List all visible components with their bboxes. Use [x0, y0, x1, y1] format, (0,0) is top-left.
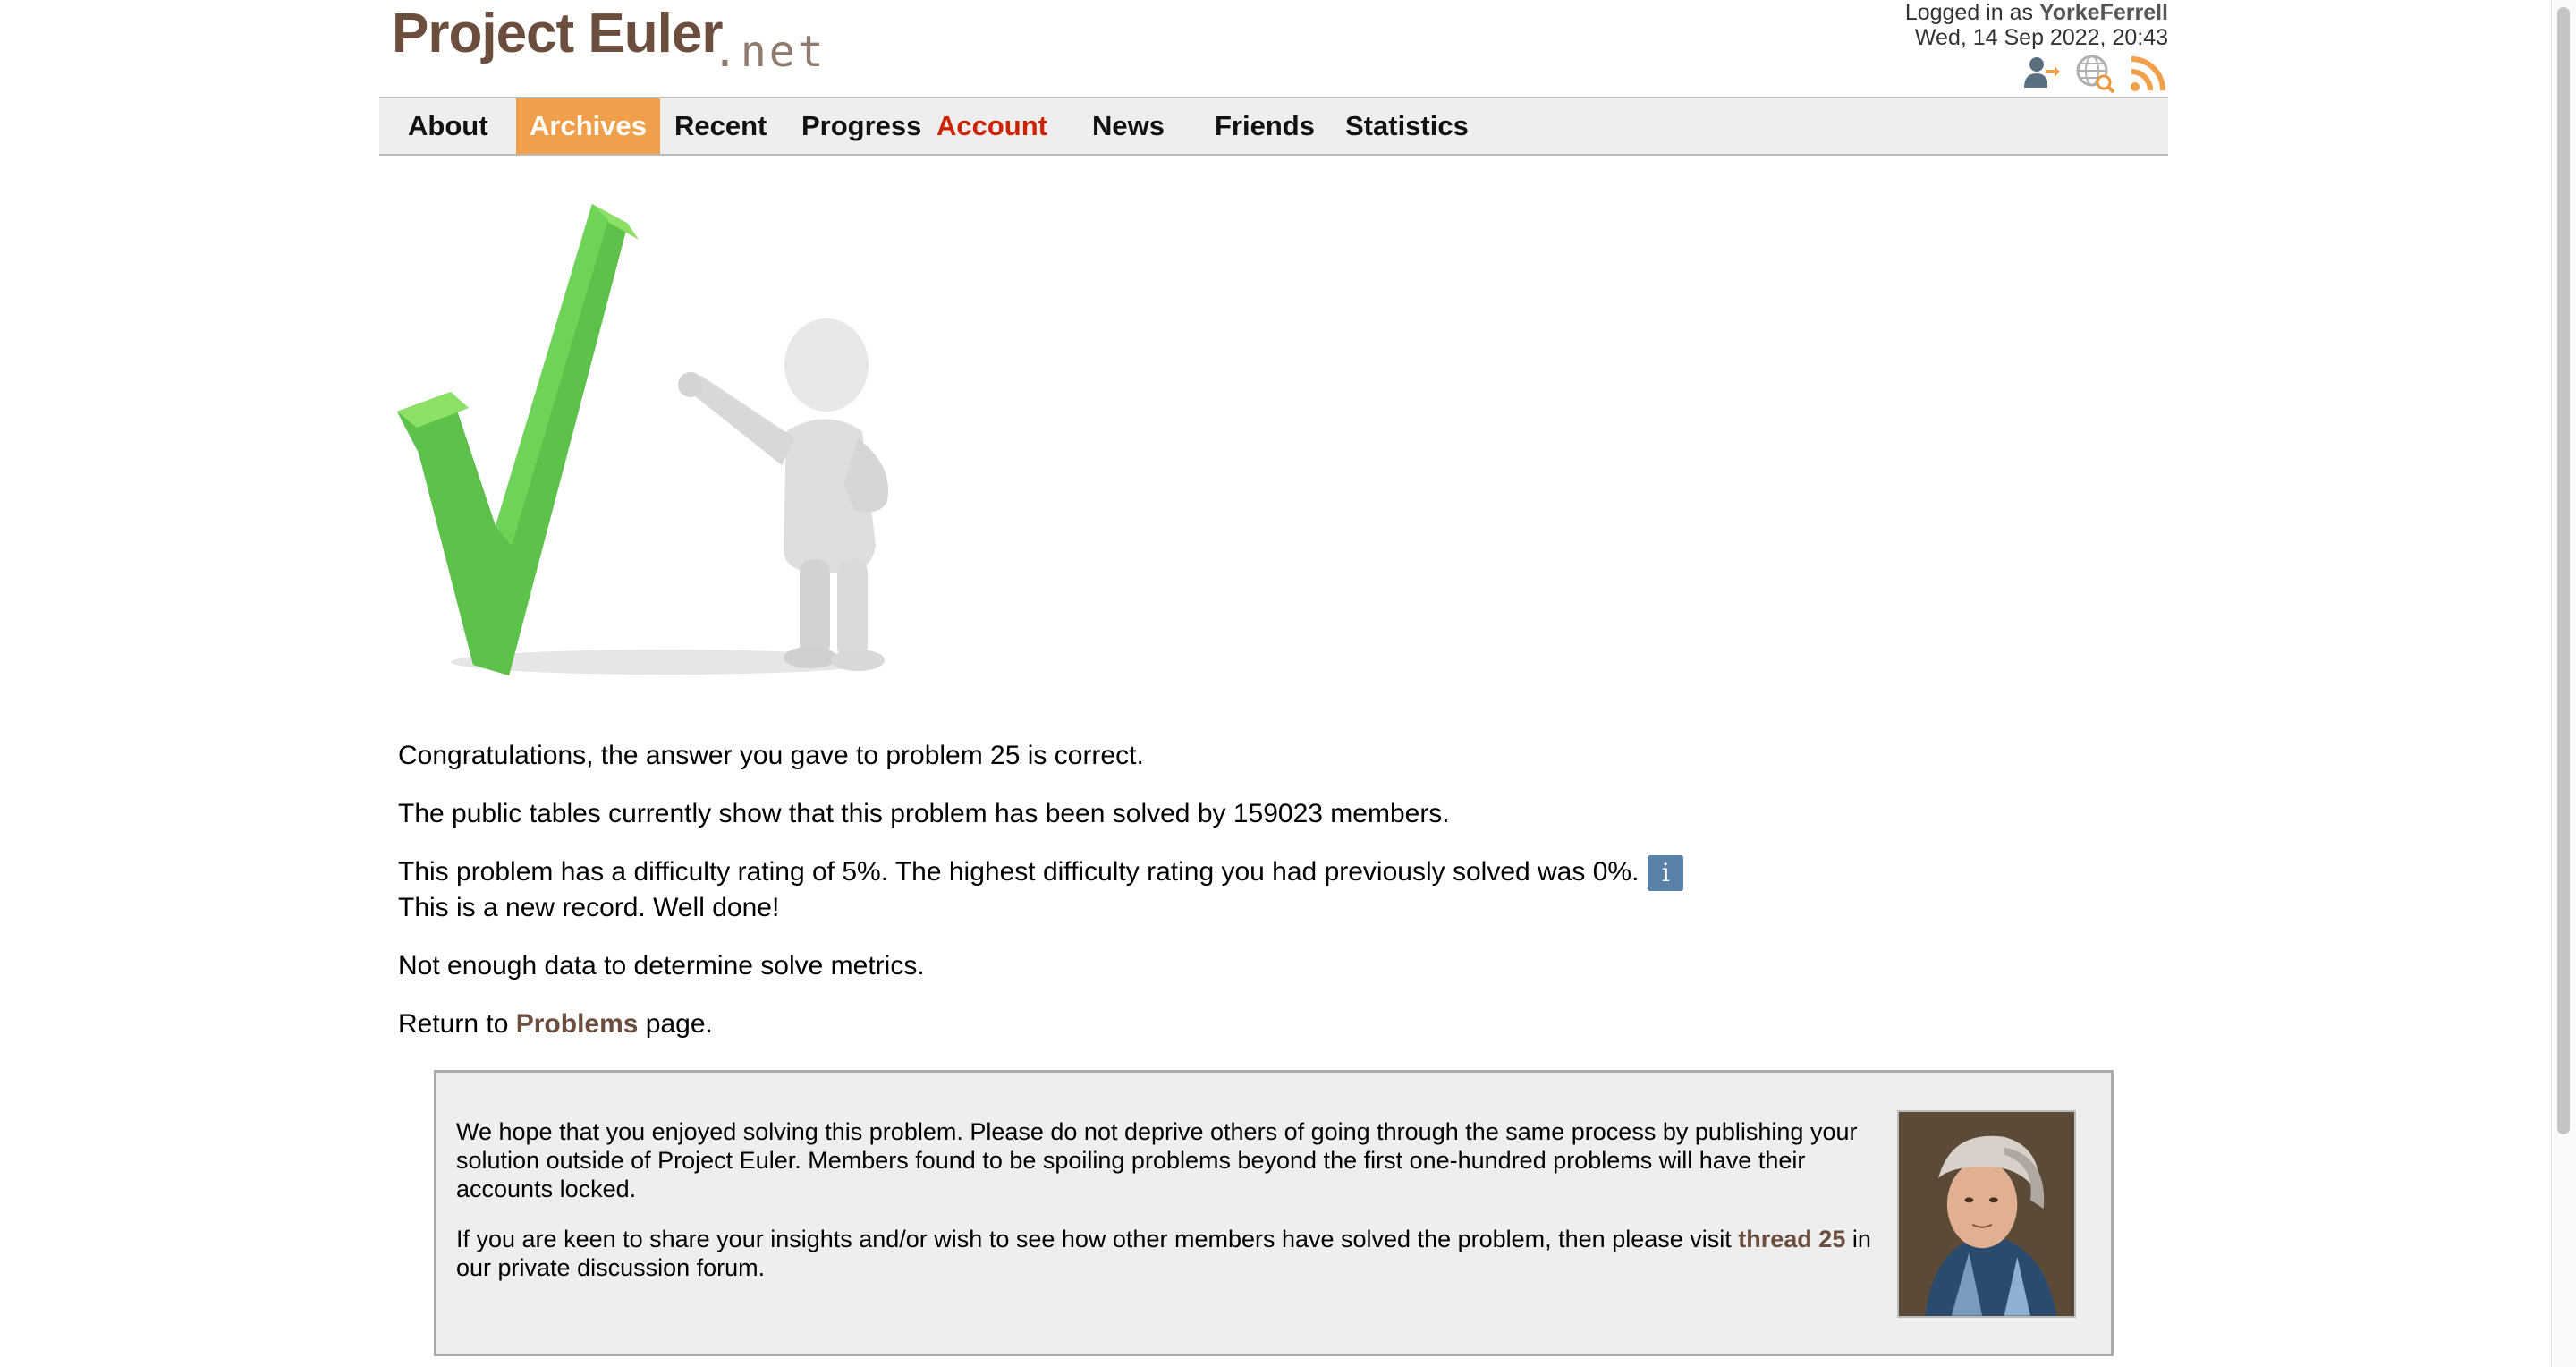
login-prefix: Logged in as: [1904, 0, 2039, 25]
nav-friends[interactable]: Friends: [1215, 98, 1315, 154]
rss-feed-icon[interactable]: [2129, 54, 2168, 93]
metrics-message: Not enough data to determine solve metri…: [398, 951, 925, 981]
nav-progress[interactable]: Progress: [801, 98, 921, 154]
solved-by-message: The public tables currently show that th…: [398, 799, 1450, 828]
difficulty-message: This problem has a difficulty rating of …: [398, 856, 1640, 887]
nav-about[interactable]: About: [408, 98, 488, 154]
header-icons: [2021, 54, 2168, 93]
logo-suffix: .net: [712, 27, 826, 77]
login-line: Logged in as YorkeFerrell: [1905, 0, 2168, 25]
nav-statistics[interactable]: Statistics: [1345, 98, 1469, 154]
return-line: Return to Problems page.: [398, 1009, 713, 1040]
thread-link[interactable]: thread 25: [1738, 1226, 1845, 1252]
congrats-message: Congratulations, the answer you gave to …: [398, 741, 1144, 770]
nav-account[interactable]: Account: [936, 98, 1047, 154]
notice-paragraph-2: If you are keen to share your insights a…: [456, 1225, 1887, 1282]
notice-box: We hope that you enjoyed solving this pr…: [434, 1070, 2114, 1356]
login-info: Logged in as YorkeFerrell Wed, 14 Sep 20…: [1905, 0, 2168, 50]
euler-portrait: [1897, 1110, 2076, 1318]
difficulty-line: This problem has a difficulty rating of …: [398, 855, 1684, 891]
info-icon[interactable]: i: [1648, 855, 1684, 891]
portrait-illustration: [1899, 1112, 2074, 1316]
notice-prefix: If you are keen to share your insights a…: [456, 1226, 1739, 1252]
current-datetime: Wed, 14 Sep 2022, 20:43: [1914, 25, 2168, 50]
correct-checkmark-image: [397, 204, 889, 675]
scrollbar-thumb[interactable]: [2557, 7, 2570, 1134]
logo-text: Project Euler: [392, 3, 723, 64]
record-message: This is a new record. Well done!: [398, 893, 780, 922]
account-logout-icon[interactable]: [2021, 54, 2061, 93]
problems-link[interactable]: Problems: [516, 1009, 639, 1039]
nav-news[interactable]: News: [1092, 98, 1165, 154]
return-suffix: page.: [638, 1009, 713, 1039]
page-container: Project Euler .net Logged in as YorkeFer…: [379, 0, 2168, 1367]
return-prefix: Return to: [398, 1009, 516, 1039]
nav-recent[interactable]: Recent: [674, 98, 767, 154]
global-search-icon[interactable]: [2075, 54, 2114, 93]
page-scrollbar[interactable]: [2551, 0, 2576, 1367]
username: YorkeFerrell: [2038, 0, 2168, 25]
notice-paragraph-1: We hope that you enjoyed solving this pr…: [456, 1118, 1858, 1202]
main-nav: About Archives Recent Progress Account N…: [379, 97, 2168, 156]
nav-archives[interactable]: Archives: [516, 98, 660, 154]
